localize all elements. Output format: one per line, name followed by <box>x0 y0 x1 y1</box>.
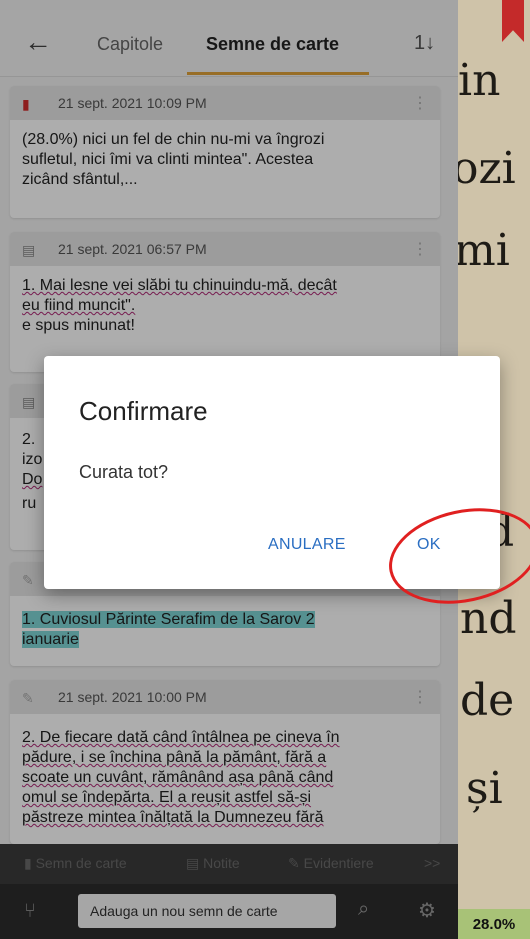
dialog-title: Confirmare <box>79 396 208 426</box>
reader-text: ozi <box>458 143 516 194</box>
cancel-button[interactable]: ANULARE <box>268 536 346 554</box>
reading-progress: 28.0% <box>458 909 530 939</box>
bookmark-ribbon-icon <box>502 0 524 42</box>
reader-text: in <box>458 55 501 106</box>
reader-text: de <box>460 675 515 726</box>
dialog-message: Curata tot? <box>79 462 169 482</box>
reader-text: mi <box>458 225 510 276</box>
reader-text: și <box>466 763 503 814</box>
